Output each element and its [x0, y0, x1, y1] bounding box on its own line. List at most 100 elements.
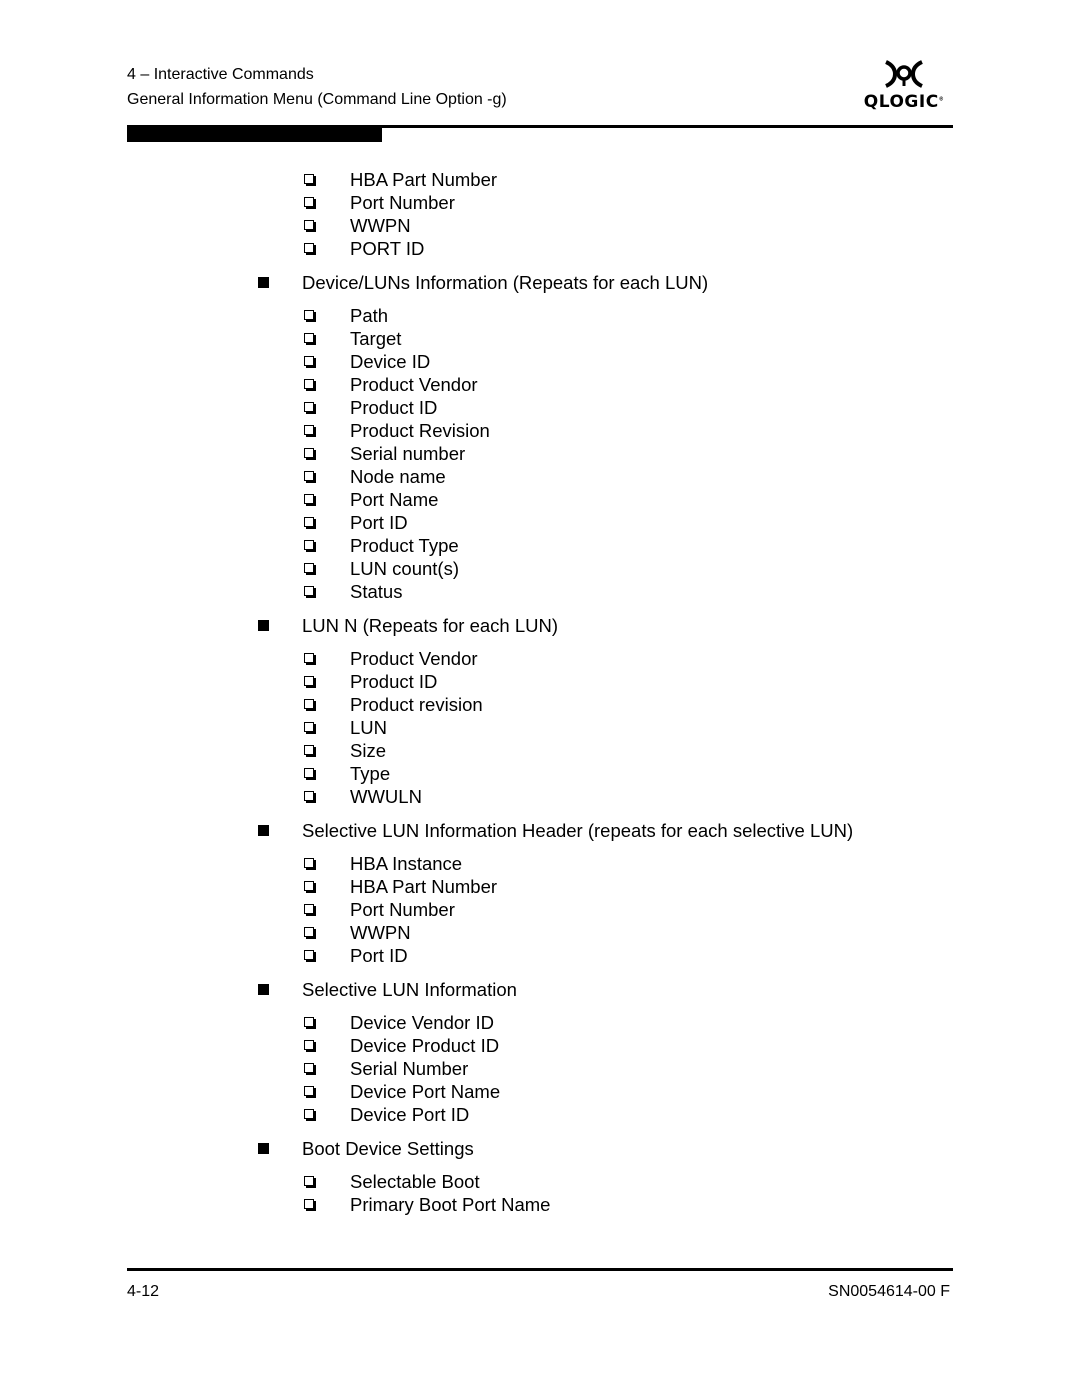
list-item: Status	[0, 580, 1080, 603]
list-item: Product Vendor	[0, 647, 1080, 670]
list-item: Path	[0, 304, 1080, 327]
document-number: SN0054614-00 F	[828, 1283, 950, 1300]
list-item: Product ID	[0, 396, 1080, 419]
square-bullet-icon	[258, 984, 269, 995]
list-item-label: Path	[350, 305, 389, 326]
checkbox-bullet-icon	[304, 471, 314, 481]
square-bullet-icon	[258, 620, 269, 631]
list-item: Product Vendor	[0, 373, 1080, 396]
checkbox-bullet-icon	[304, 540, 314, 550]
checkbox-bullet-icon	[304, 333, 314, 343]
checkbox-bullet-icon	[304, 676, 314, 686]
checkbox-bullet-icon	[304, 881, 314, 891]
checkbox-bullet-icon	[304, 243, 314, 253]
list-item-label: Product ID	[350, 671, 438, 692]
header-bar	[127, 128, 382, 142]
list-item: Device Port ID	[0, 1103, 1080, 1126]
section-heading: LUN N (Repeats for each LUN)	[0, 614, 1080, 637]
list-item-label: Device Vendor ID	[350, 1012, 494, 1033]
checkbox-bullet-icon	[304, 1086, 314, 1096]
list-item-label: Size	[350, 740, 386, 761]
checkbox-bullet-icon	[304, 768, 314, 778]
section-heading: Boot Device Settings	[0, 1137, 1080, 1160]
list-item-label: Port Name	[350, 489, 439, 510]
list-item: Target	[0, 327, 1080, 350]
checkbox-bullet-icon	[304, 379, 314, 389]
list-item: WWULN	[0, 785, 1080, 808]
list-item: Selectable Boot	[0, 1170, 1080, 1193]
chapter-title: 4 – Interactive Commands	[127, 66, 314, 83]
checkbox-bullet-icon	[304, 1176, 314, 1186]
list-item-label: HBA Part Number	[350, 876, 498, 897]
checkbox-bullet-icon	[304, 699, 314, 709]
checkbox-bullet-icon	[304, 745, 314, 755]
section-heading: Selective LUN Information	[0, 978, 1080, 1001]
list-item: Serial number	[0, 442, 1080, 465]
list-item: LUN count(s)	[0, 557, 1080, 580]
list-item-label: Status	[350, 581, 403, 602]
list-item-label: Product Revision	[350, 420, 490, 441]
list-item-label: Port ID	[350, 512, 408, 533]
square-bullet-icon	[258, 277, 269, 288]
list-item: Size	[0, 739, 1080, 762]
section-heading-label: Device/LUNs Information (Repeats for eac…	[302, 272, 709, 293]
checkbox-bullet-icon	[304, 448, 314, 458]
list-item-label: PORT ID	[350, 238, 425, 259]
checkbox-bullet-icon	[304, 950, 314, 960]
checkbox-bullet-icon	[304, 722, 314, 732]
list-item: HBA Part Number	[0, 875, 1080, 898]
footer-rule	[127, 1268, 953, 1271]
checkbox-bullet-icon	[304, 1063, 314, 1073]
list-item-label: Type	[350, 763, 391, 784]
list-item: WWPN	[0, 214, 1080, 237]
checkbox-bullet-icon	[304, 174, 314, 184]
section-heading-label: Selective LUN Information Header (repeat…	[302, 820, 854, 841]
document-body: HBA Part Number Port Number WWPN PORT ID Dev…	[0, 168, 1080, 1216]
qlogic-logo-icon	[885, 60, 923, 88]
list-item: Port ID	[0, 511, 1080, 534]
list-item: Product Revision	[0, 419, 1080, 442]
checkbox-bullet-icon	[304, 904, 314, 914]
checkbox-bullet-icon	[304, 927, 314, 937]
list-item: Device ID	[0, 350, 1080, 373]
list-item: Product Type	[0, 534, 1080, 557]
list-item: Port Number	[0, 898, 1080, 921]
section-heading: Device/LUNs Information (Repeats for eac…	[0, 271, 1080, 294]
list-item-label: Target	[350, 328, 402, 349]
checkbox-bullet-icon	[304, 1199, 314, 1209]
list-item-label: Product Vendor	[350, 648, 478, 669]
list-item-label: Device ID	[350, 351, 431, 372]
list-item: Node name	[0, 465, 1080, 488]
checkbox-bullet-icon	[304, 402, 314, 412]
list-item-label: Product Vendor	[350, 374, 478, 395]
checkbox-bullet-icon	[304, 310, 314, 320]
checkbox-bullet-icon	[304, 494, 314, 504]
list-item: Port Number	[0, 191, 1080, 214]
list-item: Port Name	[0, 488, 1080, 511]
checkbox-bullet-icon	[304, 1040, 314, 1050]
checkbox-bullet-icon	[304, 197, 314, 207]
checkbox-bullet-icon	[304, 425, 314, 435]
checkbox-bullet-icon	[304, 220, 314, 230]
list-item-label: WWPN	[350, 922, 411, 943]
list-item-label: Port Number	[350, 899, 455, 920]
list-item-label: Serial Number	[350, 1058, 469, 1079]
list-item-label: Device Port ID	[350, 1104, 470, 1125]
list-item-label: Primary Boot Port Name	[350, 1194, 551, 1215]
square-bullet-icon	[258, 825, 269, 836]
checkbox-bullet-icon	[304, 858, 314, 868]
section-title: General Information Menu (Command Line O…	[127, 91, 507, 108]
list-item: Device Vendor ID	[0, 1011, 1080, 1034]
section-heading-label: LUN N (Repeats for each LUN)	[302, 615, 559, 636]
list-item-label: WWULN	[350, 786, 422, 807]
list-item: LUN	[0, 716, 1080, 739]
checkbox-bullet-icon	[304, 1017, 314, 1027]
list-item: Product ID	[0, 670, 1080, 693]
checkbox-bullet-icon	[304, 1109, 314, 1119]
qlogic-logo: QLOGIC®	[858, 60, 950, 116]
list-item: HBA Instance	[0, 852, 1080, 875]
list-item-label: Device Port Name	[350, 1081, 501, 1102]
list-item: Serial Number	[0, 1057, 1080, 1080]
list-item: WWPN	[0, 921, 1080, 944]
list-item-label: WWPN	[350, 215, 411, 236]
